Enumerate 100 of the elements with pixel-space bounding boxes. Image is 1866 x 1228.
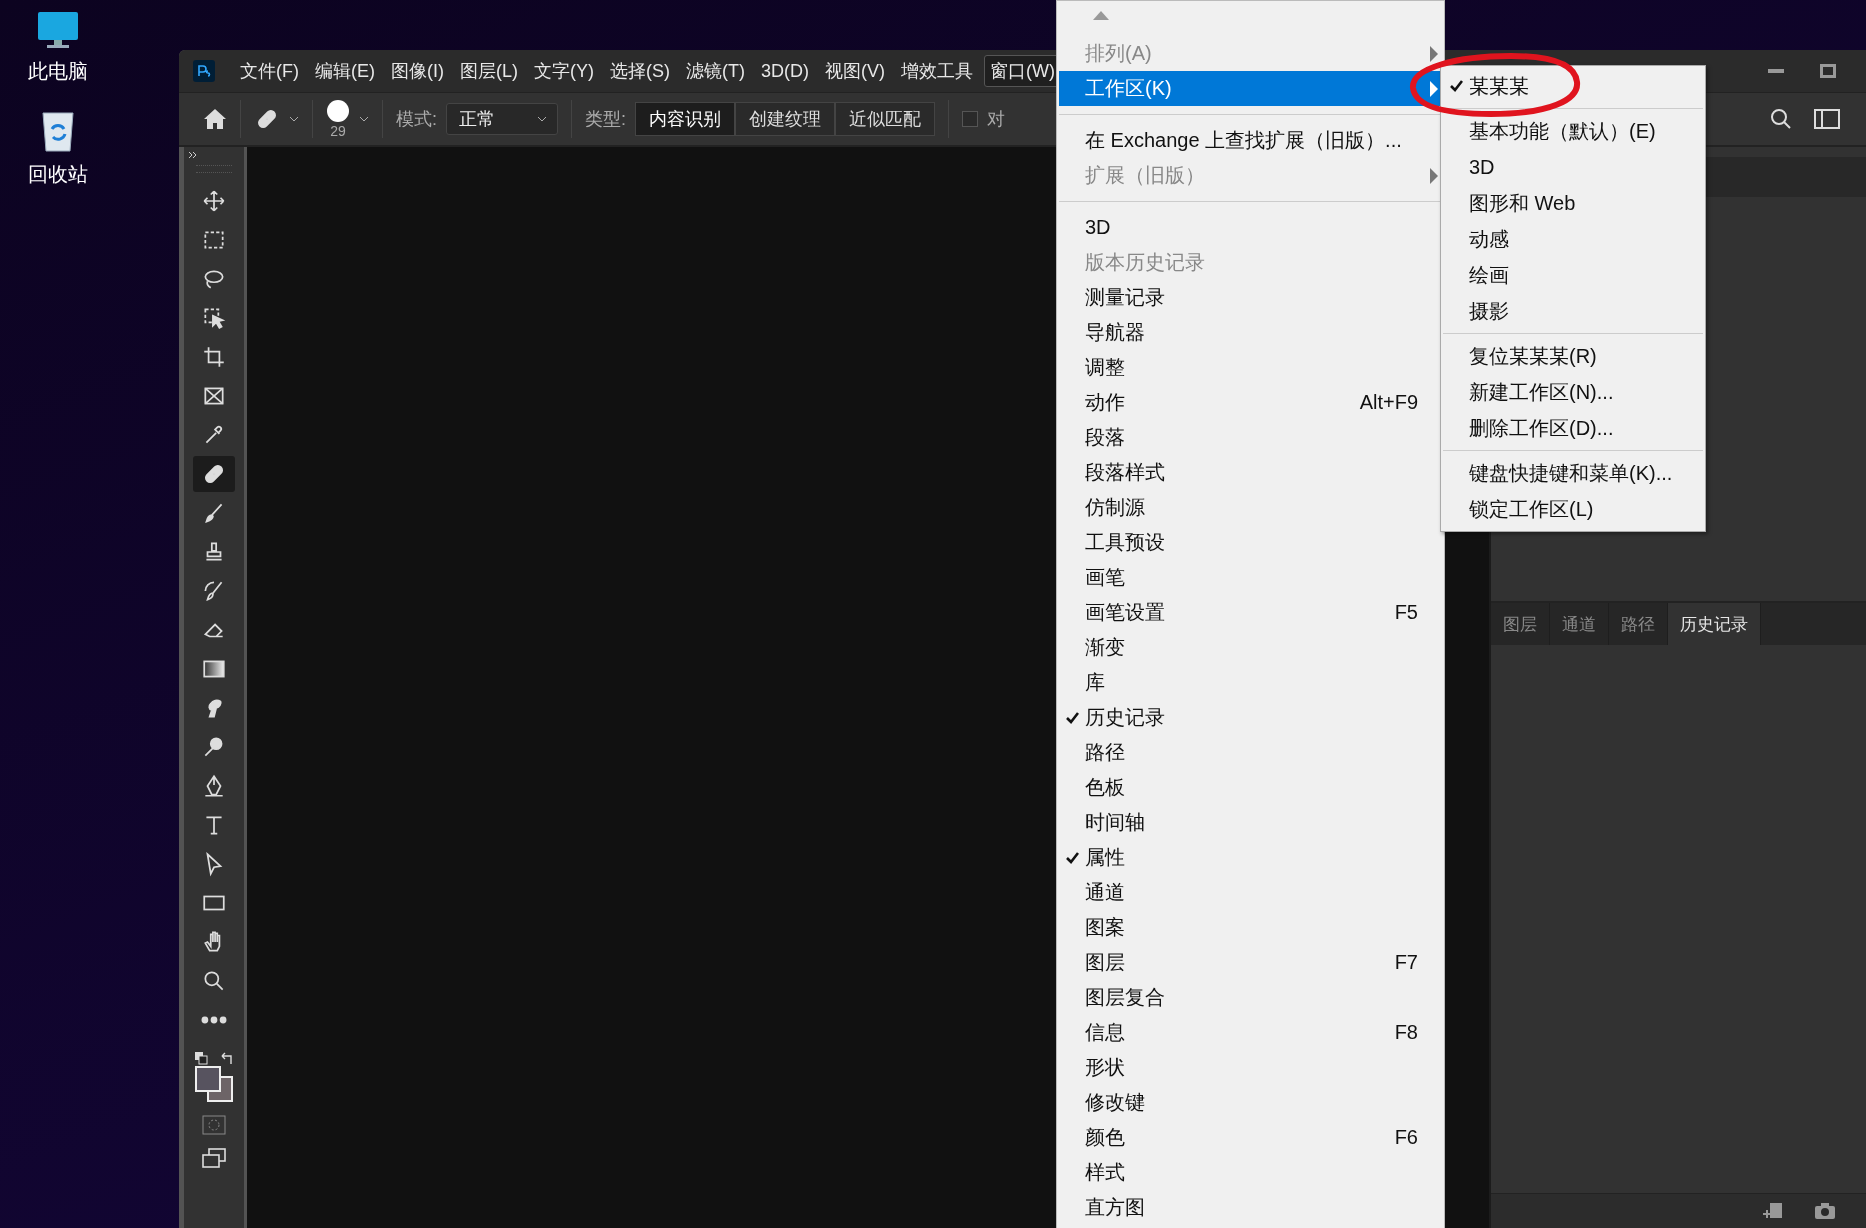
menu-item[interactable]: 段落样式 xyxy=(1059,455,1442,490)
menu-item[interactable]: 复位某某某(R) xyxy=(1443,338,1703,374)
menu-item[interactable]: 修改键 xyxy=(1059,1085,1442,1120)
menu-item[interactable]: 色板 xyxy=(1059,770,1442,805)
tool-button[interactable] xyxy=(193,456,235,492)
menu-bar-item[interactable]: 文件(F) xyxy=(235,56,304,86)
menu-item[interactable]: 摄影 xyxy=(1443,293,1703,329)
panel-layout-icon[interactable] xyxy=(1814,109,1840,129)
panel-tab[interactable]: 通道 xyxy=(1550,603,1609,645)
type-option[interactable]: 近似匹配 xyxy=(835,102,936,136)
search-icon[interactable] xyxy=(1769,107,1793,131)
menu-item[interactable]: 动感 xyxy=(1443,221,1703,257)
menu-bar-item[interactable]: 编辑(E) xyxy=(310,56,380,86)
menu-bar-item[interactable]: 文字(Y) xyxy=(529,56,599,86)
menu-item[interactable]: 画笔 xyxy=(1059,560,1442,595)
menu-item[interactable]: 通道 xyxy=(1059,875,1442,910)
new-document-icon[interactable] xyxy=(1762,1202,1784,1220)
menu-bar-item[interactable]: 选择(S) xyxy=(605,56,675,86)
menu-item-label: 工具预设 xyxy=(1085,530,1165,555)
panel-tab[interactable]: 图层 xyxy=(1491,603,1550,645)
shortcut: F5 xyxy=(1394,601,1418,624)
menu-item[interactable]: 3D xyxy=(1443,149,1703,185)
menu-item-label: 工作区(K) xyxy=(1085,76,1172,101)
monitor-icon[interactable] xyxy=(36,10,80,50)
menu-item[interactable]: 图层复合 xyxy=(1059,980,1442,1015)
menu-item[interactable]: 画笔设置 F5 xyxy=(1059,595,1442,630)
maximize-icon[interactable] xyxy=(1820,64,1836,78)
menu-item[interactable]: 历史记录 xyxy=(1059,700,1442,735)
menu-item-label: 色板 xyxy=(1085,775,1125,800)
expand-icon[interactable] xyxy=(188,151,198,159)
menu-item[interactable]: 段落 xyxy=(1059,420,1442,455)
menu-item-label: 画笔设置 xyxy=(1085,600,1165,625)
quick-mask-icon[interactable] xyxy=(202,1115,226,1135)
menu-item[interactable]: 信息 F8 xyxy=(1059,1015,1442,1050)
menu-bar-item[interactable]: 图层(L) xyxy=(455,56,523,86)
type-option[interactable]: 创建纹理 xyxy=(735,102,836,136)
menu-item[interactable]: 图案 xyxy=(1059,910,1442,945)
menu-item[interactable]: 图形和 Web xyxy=(1443,185,1703,221)
menu-item[interactable]: 工作区(K) xyxy=(1059,71,1442,106)
mode-dropdown[interactable]: 正常 xyxy=(446,103,558,135)
menu-item[interactable]: 某某某 xyxy=(1443,68,1703,104)
menu-item[interactable]: 动作 Alt+F9 xyxy=(1059,385,1442,420)
menu-item-label: 路径 xyxy=(1085,740,1125,765)
menu-bar-item[interactable]: 图像(I) xyxy=(386,56,449,86)
minimize-icon[interactable] xyxy=(1768,68,1784,74)
menu-item-label: 导航器 xyxy=(1085,320,1145,345)
type-label: 类型: xyxy=(585,108,627,131)
crop-icon xyxy=(201,344,227,370)
menu-item[interactable]: 颜色 F6 xyxy=(1059,1120,1442,1155)
caret-icon[interactable] xyxy=(359,116,369,122)
menu-item[interactable]: 图层 F7 xyxy=(1059,945,1442,980)
brush-tip-icon[interactable] xyxy=(326,99,350,123)
menu-item-label: 调整 xyxy=(1085,355,1125,380)
menu-bar-item[interactable]: 3D(D) xyxy=(755,57,814,85)
menu-bar-item[interactable]: 增效工具 xyxy=(895,56,978,86)
menu-item[interactable]: 新建工作区(N)... xyxy=(1443,374,1703,410)
menu-item[interactable]: 仿制源 xyxy=(1059,490,1442,525)
menu-item-label: 仿制源 xyxy=(1085,495,1145,520)
menu-item[interactable]: 属性 xyxy=(1059,840,1442,875)
menu-bar-item[interactable]: 滤镜(T) xyxy=(681,56,750,86)
panel-grip[interactable] xyxy=(196,165,232,173)
menu-item-label: 测量记录 xyxy=(1085,285,1165,310)
menu-item[interactable]: 测量记录 xyxy=(1059,280,1442,315)
menu-item[interactable]: 调整 xyxy=(1059,350,1442,385)
submenu-arrow-icon xyxy=(1430,168,1438,184)
type-option[interactable]: 内容识别 xyxy=(635,102,736,136)
desktop-icon-label[interactable]: 回收站 xyxy=(28,161,88,188)
menu-item[interactable]: 样式 xyxy=(1059,1155,1442,1190)
panel-tab[interactable]: 历史记录 xyxy=(1668,603,1761,645)
menu-item[interactable]: 库 xyxy=(1059,665,1442,700)
menu-item[interactable]: 直方图 xyxy=(1059,1190,1442,1225)
menu-item[interactable]: 渐变 xyxy=(1059,630,1442,665)
menu-item[interactable]: 锁定工作区(L) xyxy=(1443,491,1703,527)
menu-item[interactable]: 导航器 xyxy=(1059,315,1442,350)
caret-icon[interactable] xyxy=(289,116,299,122)
menu-item[interactable]: 工具预设 xyxy=(1059,525,1442,560)
submenu-arrow-icon xyxy=(1430,46,1438,62)
menu-item[interactable]: 删除工作区(D)... xyxy=(1443,410,1703,446)
menu-item[interactable]: 形状 xyxy=(1059,1050,1442,1085)
menu-item[interactable]: 路径 xyxy=(1059,735,1442,770)
menu-item[interactable]: 绘画 xyxy=(1443,257,1703,293)
menu-item[interactable]: 时间轴 xyxy=(1059,805,1442,840)
screen-mode-icon[interactable] xyxy=(201,1147,227,1169)
mode-label: 模式: xyxy=(396,108,437,131)
checkmark-icon xyxy=(1449,80,1463,92)
menu-item-label: 时间轴 xyxy=(1085,810,1145,835)
home-icon[interactable] xyxy=(203,108,227,130)
menu-bar-item[interactable]: 视图(V) xyxy=(819,56,890,86)
swap-colors-icon[interactable] xyxy=(220,1051,234,1065)
menu-item-label: 图层复合 xyxy=(1085,985,1165,1010)
default-colors-icon[interactable] xyxy=(194,1051,208,1065)
menu-item[interactable]: 3D xyxy=(1059,210,1442,245)
camera-icon[interactable] xyxy=(1814,1202,1836,1220)
desktop-icon-label[interactable]: 此电脑 xyxy=(28,58,88,85)
menu-item[interactable]: 在 Exchange 上查找扩展（旧版）... xyxy=(1059,123,1442,158)
color-swatches-icon[interactable] xyxy=(194,1065,234,1103)
align-checkbox[interactable] xyxy=(962,111,979,127)
menu-item-label: 信息 xyxy=(1085,1020,1125,1045)
menu-item[interactable]: 键盘快捷键和菜单(K)... xyxy=(1443,455,1703,491)
menu-item-label: 动作 xyxy=(1085,390,1125,415)
